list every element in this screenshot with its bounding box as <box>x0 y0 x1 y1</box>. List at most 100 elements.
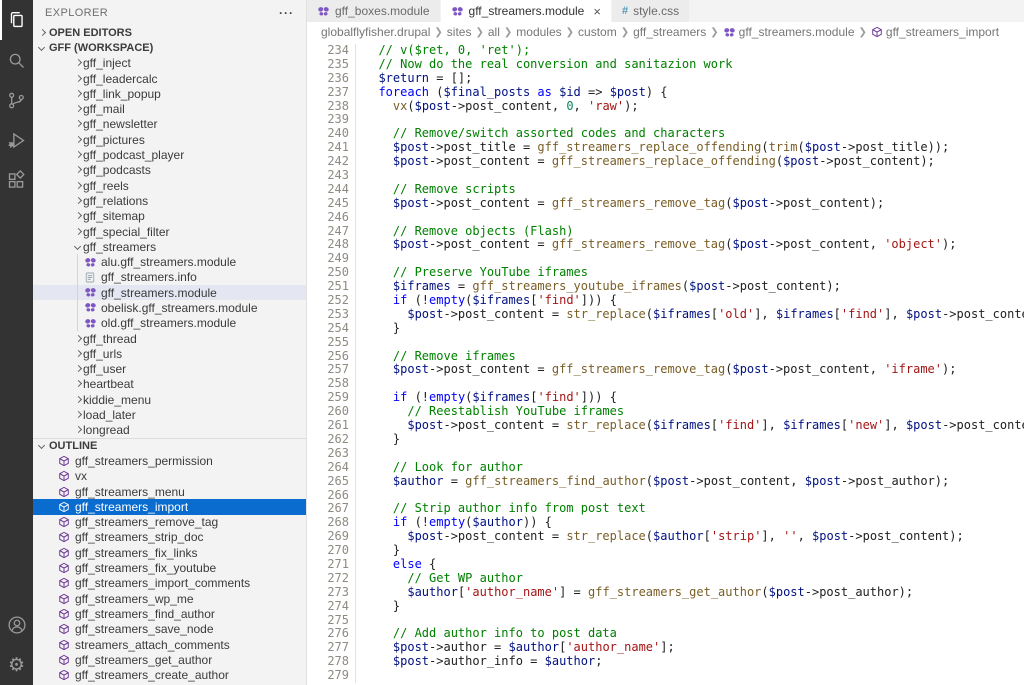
line-number[interactable]: 260 <box>307 405 349 419</box>
line-number[interactable]: 262 <box>307 433 349 447</box>
tree-folder-gff_mail[interactable]: gff_mail <box>33 101 306 116</box>
code-line[interactable]: 252 if (!empty($iframes['find'])) { <box>307 294 1024 308</box>
tree-folder-load_later[interactable]: load_later <box>33 407 306 422</box>
tree-folder-longread[interactable]: longread <box>33 423 306 438</box>
code-text[interactable]: // Remove objects (Flash) <box>355 225 574 239</box>
code-text[interactable] <box>355 669 364 683</box>
line-number[interactable]: 234 <box>307 44 349 58</box>
line-number[interactable]: 235 <box>307 58 349 72</box>
line-number[interactable]: 268 <box>307 516 349 530</box>
more-actions-icon[interactable]: ··· <box>279 6 294 20</box>
code-text[interactable]: // Look for author <box>355 461 523 475</box>
activity-run-debug-button[interactable] <box>0 120 33 160</box>
code-line[interactable]: 250 // Preserve YouTube iframes <box>307 266 1024 280</box>
line-number[interactable]: 274 <box>307 600 349 614</box>
tree-folder-gff_thread[interactable]: gff_thread <box>33 331 306 346</box>
line-number[interactable]: 252 <box>307 294 349 308</box>
code-text[interactable] <box>355 447 364 461</box>
line-number[interactable]: 272 <box>307 572 349 586</box>
activity-search-button[interactable] <box>0 40 33 80</box>
breadcrumb-item-gff_streamers.module[interactable]: gff_streamers.module <box>723 25 855 39</box>
code-text[interactable]: // Remove scripts <box>355 183 516 197</box>
code-text[interactable]: } <box>355 433 400 447</box>
outline-item-gff_streamers_permission[interactable]: gff_streamers_permission <box>33 453 306 468</box>
line-number[interactable]: 266 <box>307 489 349 503</box>
tree-file-alu.gff_streamers.module[interactable]: alu.gff_streamers.module <box>33 254 306 269</box>
outline-item-gff_streamers_save_node[interactable]: gff_streamers_save_node <box>33 622 306 637</box>
line-number[interactable]: 263 <box>307 447 349 461</box>
code-text[interactable]: // Get WP author <box>355 572 523 586</box>
code-text[interactable] <box>355 252 364 266</box>
breadcrumb-item-gff_streamers[interactable]: gff_streamers <box>633 25 706 39</box>
tree-folder-gff_special_filter[interactable]: gff_special_filter <box>33 224 306 239</box>
code-line[interactable]: 268 if (!empty($author)) { <box>307 516 1024 530</box>
tree-file-gff_streamers.module[interactable]: gff_streamers.module <box>33 285 306 300</box>
line-number[interactable]: 243 <box>307 169 349 183</box>
code-line[interactable]: 279 <box>307 669 1024 683</box>
code-text[interactable]: // Remove iframes <box>355 350 516 364</box>
outline-item-gff_streamers_remove_tag[interactable]: gff_streamers_remove_tag <box>33 515 306 530</box>
line-number[interactable]: 244 <box>307 183 349 197</box>
code-line[interactable]: 262 } <box>307 433 1024 447</box>
code-text[interactable]: $post->post_content = str_replace($ifram… <box>355 419 1024 433</box>
tree-file-obelisk.gff_streamers.module[interactable]: obelisk.gff_streamers.module <box>33 300 306 315</box>
code-line[interactable]: 248 $post->post_content = gff_streamers_… <box>307 238 1024 252</box>
code-text[interactable] <box>355 614 364 628</box>
code-line[interactable]: 270 } <box>307 544 1024 558</box>
code-line[interactable]: 244 // Remove scripts <box>307 183 1024 197</box>
code-line[interactable]: 238 vx($post->post_content, 0, 'raw'); <box>307 100 1024 114</box>
line-number[interactable]: 279 <box>307 669 349 683</box>
activity-explorer-button[interactable] <box>0 0 33 40</box>
code-text[interactable]: $post->post_title = gff_streamers_replac… <box>355 141 949 155</box>
tree-folder-gff_user[interactable]: gff_user <box>33 362 306 377</box>
line-number[interactable]: 277 <box>307 641 349 655</box>
code-line[interactable]: 243 <box>307 169 1024 183</box>
code-line[interactable]: 234 // v($ret, 0, 'ret'); <box>307 44 1024 58</box>
line-number[interactable]: 242 <box>307 155 349 169</box>
code-line[interactable]: 276 // Add author info to post data <box>307 627 1024 641</box>
line-number[interactable]: 254 <box>307 322 349 336</box>
outline-item-streamers_attach_comments[interactable]: streamers_attach_comments <box>33 637 306 652</box>
line-number[interactable]: 249 <box>307 252 349 266</box>
code-text[interactable]: vx($post->post_content, 0, 'raw'); <box>355 100 639 114</box>
outline-item-gff_streamers_fix_youtube[interactable]: gff_streamers_fix_youtube <box>33 560 306 575</box>
code-line[interactable]: 257 $post->post_content = gff_streamers_… <box>307 363 1024 377</box>
code-line[interactable]: 260 // Reestablish YouTube iframes <box>307 405 1024 419</box>
open-editors-section[interactable]: OPEN EDITORS <box>33 25 306 40</box>
code-line[interactable]: 237 foreach ($final_posts as $id => $pos… <box>307 86 1024 100</box>
line-number[interactable]: 245 <box>307 197 349 211</box>
code-text[interactable] <box>355 211 364 225</box>
code-line[interactable]: 269 $post->post_content = str_replace($a… <box>307 530 1024 544</box>
tree-folder-gff_podcast_player[interactable]: gff_podcast_player <box>33 147 306 162</box>
workspace-section[interactable]: GFF (WORKSPACE) <box>33 40 306 55</box>
tree-folder-gff_reels[interactable]: gff_reels <box>33 178 306 193</box>
tab-gff_boxes.module[interactable]: gff_boxes.module <box>307 0 441 22</box>
outline-section[interactable]: OUTLINE <box>33 438 306 453</box>
code-line[interactable]: 273 $author['author_name'] = gff_streame… <box>307 586 1024 600</box>
line-number[interactable]: 257 <box>307 363 349 377</box>
code-text[interactable] <box>355 489 364 503</box>
account-button[interactable] <box>0 605 33 645</box>
close-icon[interactable]: × <box>593 5 601 18</box>
code-line[interactable]: 256 // Remove iframes <box>307 350 1024 364</box>
line-number[interactable]: 267 <box>307 502 349 516</box>
line-number[interactable]: 258 <box>307 377 349 391</box>
code-line[interactable]: 253 $post->post_content = str_replace($i… <box>307 308 1024 322</box>
tree-folder-gff_sitemap[interactable]: gff_sitemap <box>33 209 306 224</box>
line-number[interactable]: 264 <box>307 461 349 475</box>
code-text[interactable] <box>355 377 364 391</box>
line-number[interactable]: 236 <box>307 72 349 86</box>
outline-item-gff_streamers_import_comments[interactable]: gff_streamers_import_comments <box>33 576 306 591</box>
code-line[interactable]: 271 else { <box>307 558 1024 572</box>
line-number[interactable]: 253 <box>307 308 349 322</box>
code-text[interactable] <box>355 169 364 183</box>
code-text[interactable]: } <box>355 322 400 336</box>
code-text[interactable]: $post->post_content = gff_streamers_remo… <box>355 363 956 377</box>
code-line[interactable]: 278 $post->author_info = $author; <box>307 655 1024 669</box>
code-text[interactable]: $return = []; <box>355 72 472 86</box>
outline-item-gff_streamers_fix_links[interactable]: gff_streamers_fix_links <box>33 545 306 560</box>
line-number[interactable]: 278 <box>307 655 349 669</box>
line-number[interactable]: 237 <box>307 86 349 100</box>
line-number[interactable]: 259 <box>307 391 349 405</box>
code-text[interactable]: $post->author_info = $author; <box>355 655 602 669</box>
